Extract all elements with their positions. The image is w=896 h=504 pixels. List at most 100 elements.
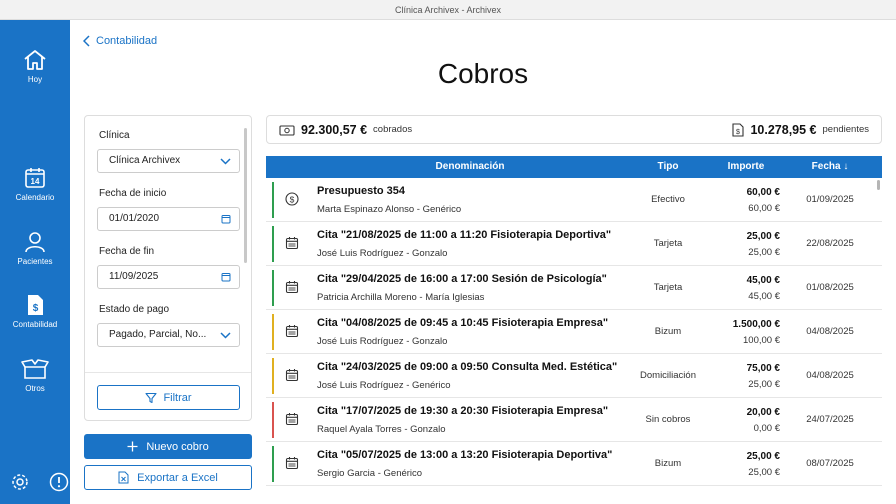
box-icon	[21, 359, 49, 379]
status-indicator	[272, 226, 274, 262]
col-importe[interactable]: Importe	[712, 156, 780, 178]
calendar-icon	[285, 236, 299, 255]
svg-text:$: $	[290, 194, 295, 204]
row-paid: 45,00 €	[748, 291, 780, 302]
payment-status-value: Pagado, Parcial, No...	[109, 329, 207, 340]
row-title: Cita "17/07/2025 de 19:30 a 20:30 Fisiot…	[317, 405, 609, 417]
row-type: Bizum	[654, 458, 682, 469]
row-type: Efectivo	[651, 194, 685, 205]
sidebar: Hoy 14 Calendario Pacientes $ Contabilid…	[0, 20, 70, 504]
row-date: 24/07/2025	[806, 414, 854, 425]
row-date: 01/08/2025	[806, 282, 854, 293]
calendar-icon	[221, 215, 231, 224]
calendar-icon	[285, 368, 299, 387]
row-amount: 25,00 €	[746, 231, 780, 242]
user-icon	[25, 232, 45, 253]
start-date-field[interactable]: 01/01/2020	[97, 207, 240, 231]
table-row[interactable]: Cita "17/07/2025 de 19:30 a 20:30 Fisiot…	[266, 398, 882, 442]
row-title: Cita "29/04/2025 de 16:00 a 17:00 Sesión…	[317, 273, 607, 285]
row-amount: 20,00 €	[746, 407, 780, 418]
table-row[interactable]: $ Presupuesto 354 Marta Espinazo Alonso - …	[266, 178, 882, 222]
row-paid: 60,00 €	[748, 203, 780, 214]
document-dollar-icon: $	[732, 122, 745, 137]
chevron-down-icon	[220, 332, 231, 339]
row-title: Cita "24/03/2025 de 09:00 a 09:50 Consul…	[317, 361, 618, 373]
filters-scrollbar[interactable]	[244, 128, 247, 263]
table-row[interactable]: Cita "04/08/2025 de 09:45 a 10:45 Fisiot…	[266, 310, 882, 354]
row-date: 08/07/2025	[806, 458, 854, 469]
row-title: Cita "05/07/2025 de 13:00 a 13:20 Fisiot…	[317, 449, 613, 461]
summary-bar: 92.300,57 € cobrados $ 10.278,95 € pendi…	[266, 115, 882, 144]
calendar-icon	[285, 280, 299, 299]
sidebar-item-calendario[interactable]: 14 Calendario	[0, 166, 70, 202]
table-row[interactable]: Cita "29/04/2025 de 16:00 a 17:00 Sesión…	[266, 266, 882, 310]
start-date-value: 01/01/2020	[109, 213, 160, 224]
row-title: Cita "21/08/2025 de 11:00 a 11:20 Fisiot…	[317, 229, 612, 241]
row-paid: 25,00 €	[748, 247, 780, 258]
info-icon[interactable]	[49, 472, 69, 492]
end-date-field[interactable]: 11/09/2025	[97, 265, 240, 289]
home-icon	[24, 50, 46, 70]
row-subtitle: José Luis Rodríguez - Gonzalo	[317, 336, 448, 347]
filter-button[interactable]: Filtrar	[97, 385, 240, 410]
collected-summary: 92.300,57 € cobrados	[279, 123, 412, 137]
row-paid: 25,00 €	[748, 467, 780, 478]
sidebar-item-label: Pacientes	[17, 257, 53, 266]
export-excel-button[interactable]: Exportar a Excel	[84, 465, 252, 490]
pending-label: pendientes	[822, 124, 869, 135]
window-titlebar: Clínica Archivex - Archivex	[0, 0, 896, 20]
filters-panel: Clínica Clínica Archivex Fecha de inicio…	[84, 115, 252, 421]
row-amount: 60,00 €	[746, 187, 780, 198]
cash-icon	[279, 124, 295, 136]
col-denominacion[interactable]: Denominación	[266, 156, 674, 178]
svg-text:$: $	[33, 303, 39, 314]
clinic-select[interactable]: Clínica Archivex	[97, 149, 240, 173]
export-excel-label: Exportar a Excel	[137, 471, 218, 484]
row-amount: 1.500,00 €	[732, 319, 780, 330]
status-indicator	[272, 182, 274, 218]
row-subtitle: Marta Espinazo Alonso - Genérico	[317, 204, 462, 215]
calendar-icon	[285, 456, 299, 475]
breadcrumb-label: Contabilidad	[96, 35, 158, 47]
row-type: Sin cobros	[645, 414, 691, 425]
table-scrollbar[interactable]	[877, 180, 880, 190]
status-indicator	[272, 358, 274, 394]
window-title: Clínica Archivex - Archivex	[394, 5, 502, 15]
chevron-down-icon	[220, 158, 231, 165]
row-subtitle: José Luis Rodríguez - Gonzalo	[317, 248, 448, 259]
table-row[interactable]: Cita "21/08/2025 de 11:00 a 11:20 Fisiot…	[266, 222, 882, 266]
gear-icon[interactable]	[10, 472, 30, 492]
calendar-icon	[285, 412, 299, 431]
calendar-badge: 14	[31, 177, 40, 186]
row-date: 01/09/2025	[806, 194, 854, 205]
calendar-icon	[285, 324, 299, 343]
sidebar-item-label: Hoy	[27, 75, 43, 84]
pending-amount: 10.278,95 €	[750, 122, 817, 137]
row-date: 22/08/2025	[806, 238, 854, 249]
row-title: Cita "04/08/2025 de 09:45 a 10:45 Fisiot…	[317, 317, 609, 329]
row-title: Presupuesto 354	[317, 185, 406, 197]
payments-table: $ Presupuesto 354 Marta Espinazo Alonso - …	[266, 178, 882, 504]
col-fecha-sort[interactable]: Fecha ↓	[792, 156, 868, 178]
row-subtitle: Raquel Ayala Torres - Gonzalo	[317, 424, 446, 435]
col-tipo[interactable]: Tipo	[624, 156, 712, 178]
table-row[interactable]: Cita "05/07/2025 de 13:00 a 13:20 Fisiot…	[266, 442, 882, 486]
sidebar-item-otros[interactable]: Otros	[0, 357, 70, 393]
row-amount: 75,00 €	[746, 363, 780, 374]
table-row[interactable]: Cita "24/03/2025 de 09:00 a 09:50 Consul…	[266, 354, 882, 398]
sidebar-item-label: Contabilidad	[12, 320, 58, 329]
end-date-value: 11/09/2025	[109, 271, 159, 282]
new-payment-label: Nuevo cobro	[146, 440, 209, 453]
sidebar-item-hoy[interactable]: Hoy	[0, 48, 70, 84]
new-payment-button[interactable]: Nuevo cobro	[84, 434, 252, 459]
breadcrumb-back-link[interactable]: Contabilidad	[83, 35, 157, 47]
payment-status-select[interactable]: Pagado, Parcial, No...	[97, 323, 240, 347]
end-date-label: Fecha de fin	[99, 246, 155, 257]
sidebar-item-contabilidad[interactable]: $ Contabilidad	[0, 293, 70, 329]
sidebar-item-pacientes[interactable]: Pacientes	[0, 230, 70, 266]
page-title: Cobros	[437, 58, 529, 89]
table-header: Denominación Tipo Importe Fecha ↓	[266, 156, 882, 178]
collected-label: cobrados	[373, 124, 413, 135]
main-content: Contabilidad Cobros Clínica Clínica Arch…	[70, 20, 896, 504]
status-indicator	[272, 314, 274, 350]
